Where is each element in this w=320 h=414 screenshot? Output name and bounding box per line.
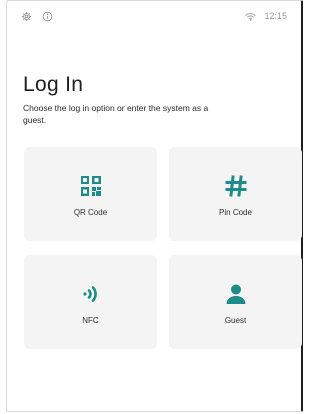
guest-option-label: Guest	[224, 316, 247, 325]
info-icon[interactable]	[42, 11, 53, 22]
qr-code-icon	[80, 173, 101, 199]
page-subtitle: Choose the log in option or enter the sy…	[23, 103, 209, 125]
nfc-option-button[interactable]: NFC	[24, 255, 157, 349]
user-icon	[225, 281, 247, 307]
device-screen: 12:15 Log In Choose the log in option or…	[6, 0, 303, 412]
hash-icon	[225, 173, 247, 199]
pin-code-option-label: Pin Code	[219, 208, 252, 217]
status-time: 12:15	[264, 11, 287, 21]
status-bar: 12:15	[7, 1, 301, 31]
guest-option-button[interactable]: Guest	[169, 255, 302, 349]
page-title: Log In	[23, 73, 84, 96]
nfc-option-label: NFC	[82, 316, 99, 325]
pin-code-option-button[interactable]: Pin Code	[169, 147, 302, 241]
wifi-icon	[245, 12, 257, 21]
qr-code-option-button[interactable]: QR Code	[24, 147, 157, 241]
gear-icon[interactable]	[21, 11, 32, 22]
nfc-icon	[80, 281, 102, 307]
qr-code-option-label: QR Code	[73, 208, 108, 217]
